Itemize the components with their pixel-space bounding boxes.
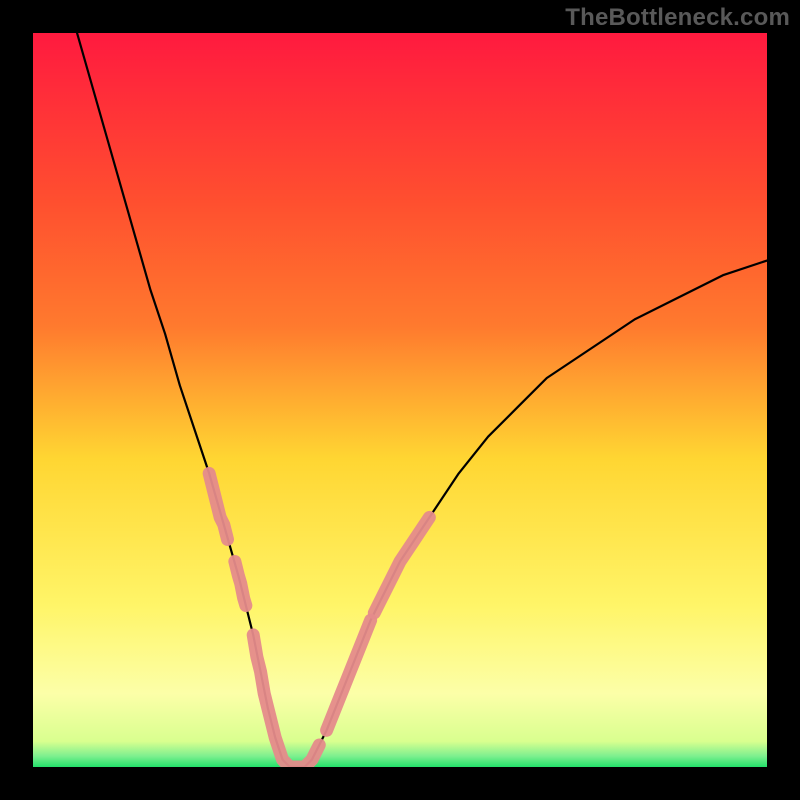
- watermark-text: TheBottleneck.com: [565, 4, 790, 32]
- plot-area: [33, 33, 767, 767]
- gradient-background: [33, 33, 767, 767]
- chart-svg: [33, 33, 767, 767]
- chart-frame: TheBottleneck.com: [0, 0, 800, 800]
